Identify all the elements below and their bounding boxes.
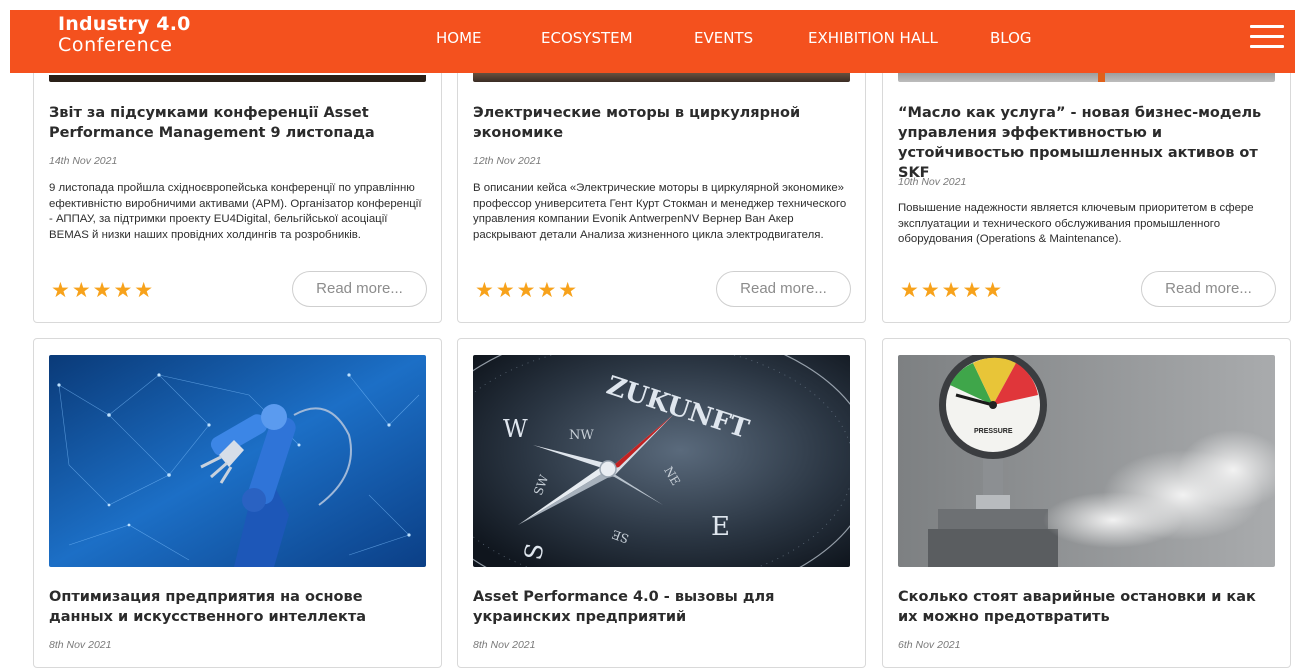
logo-line-1: Industry 4.0 [58, 13, 191, 35]
rating-stars: ★★★★★ [475, 279, 580, 302]
nav-ecosystem[interactable]: ECOSYSTEM [541, 29, 633, 47]
article-card[interactable]: ZUKUNFT W NW NE SW SE E S Asset Performa… [457, 338, 866, 668]
article-title[interactable]: Сколько стоят аварийные остановки и как … [898, 587, 1276, 627]
article-card[interactable]: Оптимизация предприятия на основе данных… [33, 338, 442, 668]
article-date: 8th Nov 2021 [473, 639, 536, 651]
article-title[interactable]: Звіт за підсумками конференції Asset Per… [49, 103, 427, 143]
read-more-button[interactable]: Read more... [716, 271, 851, 307]
article-date: 10th Nov 2021 [898, 176, 967, 188]
compass-image[interactable]: ZUKUNFT W NW NE SW SE E S [473, 355, 850, 567]
nav-blog[interactable]: BLOG [990, 29, 1032, 47]
site-header: Industry 4.0 Conference HOME ECOSYSTEM E… [10, 10, 1295, 73]
gauge-label: PRESSURE [974, 428, 1013, 435]
article-card[interactable]: PRESSURE Сколько стоят аварийные останов… [882, 338, 1291, 668]
compass-e: E [711, 512, 730, 542]
read-more-button[interactable]: Read more... [1141, 271, 1276, 307]
article-date: 8th Nov 2021 [49, 639, 112, 651]
rating-stars: ★★★★★ [900, 279, 1005, 302]
compass-w: W [503, 415, 528, 443]
article-card[interactable]: Звіт за підсумками конференції Asset Per… [33, 40, 442, 323]
article-title[interactable]: Оптимизация предприятия на основе данных… [49, 587, 427, 627]
nav-events[interactable]: EVENTS [694, 29, 753, 47]
nav-home[interactable]: HOME [436, 29, 482, 47]
article-card[interactable]: “Масло как услуга” - новая бизнес-модель… [882, 40, 1291, 323]
nav-exhibition-hall[interactable]: EXHIBITION HALL [808, 29, 938, 47]
article-title[interactable]: “Масло как услуга” - новая бизнес-модель… [898, 103, 1276, 183]
article-card[interactable]: Электрические моторы в циркулярной эконо… [457, 40, 866, 323]
article-title[interactable]: Asset Performance 4.0 - вызовы для украи… [473, 587, 851, 627]
article-title[interactable]: Электрические моторы в циркулярной эконо… [473, 103, 851, 143]
hamburger-menu-icon[interactable] [1250, 25, 1284, 49]
pressure-gauge-image[interactable]: PRESSURE [898, 355, 1275, 567]
article-excerpt: Повышение надежности является ключевым п… [898, 202, 1254, 246]
article-date: 12th Nov 2021 [473, 155, 542, 167]
compass-nw: NW [569, 428, 594, 443]
site-logo[interactable]: Industry 4.0 Conference [58, 15, 191, 55]
logo-line-2: Conference [58, 34, 173, 56]
article-excerpt: 9 листопада пройшла східноєвропейська ко… [49, 182, 422, 241]
article-date: 6th Nov 2021 [898, 639, 961, 651]
read-more-button[interactable]: Read more... [292, 271, 427, 307]
article-date: 14th Nov 2021 [49, 155, 118, 167]
article-excerpt: В описании кейса «Электрические моторы в… [473, 182, 847, 241]
rating-stars: ★★★★★ [51, 279, 156, 302]
robot-arm-image[interactable] [49, 355, 426, 567]
